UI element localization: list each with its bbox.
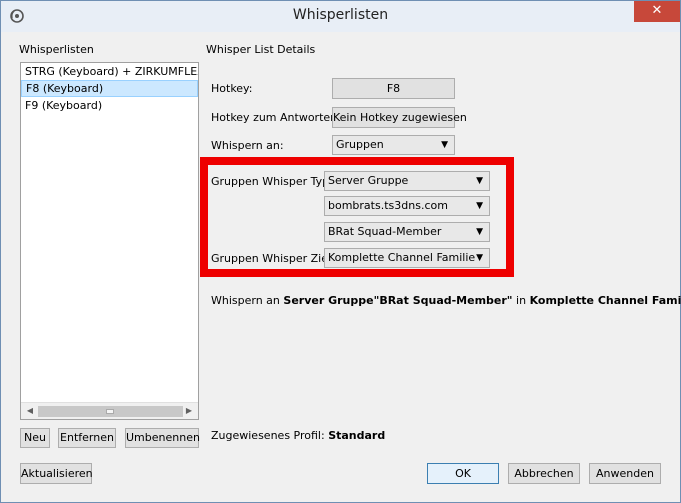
list-item[interactable]: STRG (Keyboard) + ZIRKUMFLEX	[21, 63, 198, 80]
scrollbar-track[interactable]	[38, 406, 183, 417]
whisper-to-value: Gruppen	[336, 138, 384, 151]
list-item-selected[interactable]: F8 (Keyboard)	[21, 80, 198, 97]
rename-button[interactable]: Umbenennen	[125, 428, 200, 448]
hotkey-label: Hotkey:	[211, 82, 253, 95]
whisperlists-label: Whisperlisten	[19, 43, 94, 56]
summary-type: Server Gruppe	[283, 294, 374, 307]
close-icon: ✕	[651, 3, 663, 18]
cancel-button[interactable]: Abbrechen	[508, 463, 580, 484]
chevron-down-icon: ▼	[441, 140, 448, 150]
window-title: Whisperlisten	[292, 7, 389, 23]
apply-button[interactable]: Anwenden	[589, 463, 661, 484]
summary-target: Komplette Channel Familie	[529, 294, 681, 307]
title-bar[interactable]: Whisperlisten ✕	[1, 1, 680, 32]
highlight-box	[200, 157, 514, 277]
scrollbar-thumb[interactable]	[106, 409, 114, 414]
profile-value: Standard	[328, 429, 386, 442]
refresh-button[interactable]: Aktualisieren	[20, 463, 93, 484]
reply-hotkey-label: Hotkey zum Antworten:	[211, 111, 341, 124]
list-item[interactable]: F9 (Keyboard)	[21, 97, 198, 114]
whisperlisten-window: Whisperlisten ✕ Whisperlisten STRG (Keyb…	[0, 0, 681, 503]
summary-mid: in	[512, 294, 530, 307]
profile-label: Zugewiesenes Profil:	[211, 429, 325, 442]
reply-hotkey-button[interactable]: Kein Hotkey zugewiesen	[332, 107, 467, 128]
hotkey-button[interactable]: F8	[332, 78, 455, 99]
summary-group: "BRat Squad-Member"	[373, 294, 513, 307]
whisper-to-label: Whispern an:	[211, 139, 284, 152]
scroll-left-icon[interactable]: ◀	[24, 405, 36, 417]
details-label: Whisper List Details	[206, 43, 316, 56]
scroll-right-icon[interactable]: ▶	[183, 405, 195, 417]
horizontal-scrollbar[interactable]: ◀ ▶	[21, 402, 198, 419]
whisper-to-select[interactable]: Gruppen ▼	[332, 135, 455, 155]
close-button[interactable]: ✕	[634, 1, 680, 22]
summary-prefix: Whispern an	[211, 294, 284, 307]
assigned-profile: Zugewiesenes Profil: Standard	[211, 429, 385, 442]
whisper-summary: Whispern an Server Gruppe"BRat Squad-Mem…	[211, 294, 681, 307]
ok-button[interactable]: OK	[427, 463, 499, 484]
remove-button[interactable]: Entfernen	[58, 428, 116, 448]
whisperlist-listbox[interactable]: STRG (Keyboard) + ZIRKUMFLEX F8 (Keyboar…	[20, 62, 199, 420]
new-button[interactable]: Neu	[20, 428, 50, 448]
